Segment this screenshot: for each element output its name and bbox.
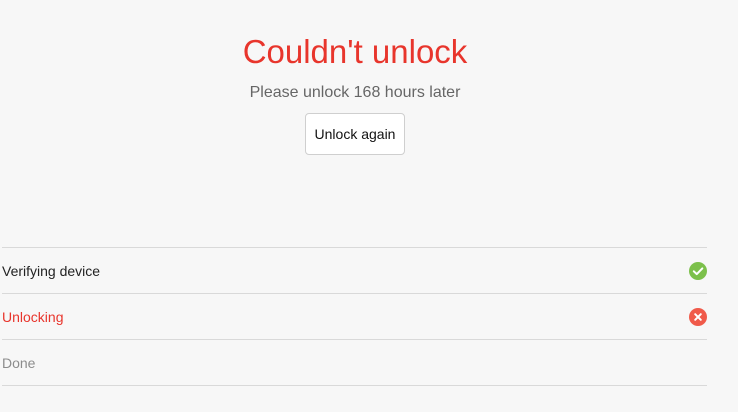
step-done: Done <box>2 340 707 386</box>
unlock-steps-list: Verifying device Unlocking Done <box>2 247 707 386</box>
step-label: Unlocking <box>2 308 64 325</box>
unlock-again-button[interactable]: Unlock again <box>305 113 405 155</box>
unlock-wait-message: Please unlock 168 hours later <box>249 84 461 101</box>
page-title: Couldn't unlock <box>242 33 468 70</box>
x-circle-icon <box>689 307 707 326</box>
step-label: Done <box>2 354 36 371</box>
check-circle-icon <box>689 261 707 280</box>
step-verifying-device: Verifying device <box>2 248 707 294</box>
step-unlocking: Unlocking <box>2 294 707 340</box>
step-label: Verifying device <box>2 262 101 279</box>
